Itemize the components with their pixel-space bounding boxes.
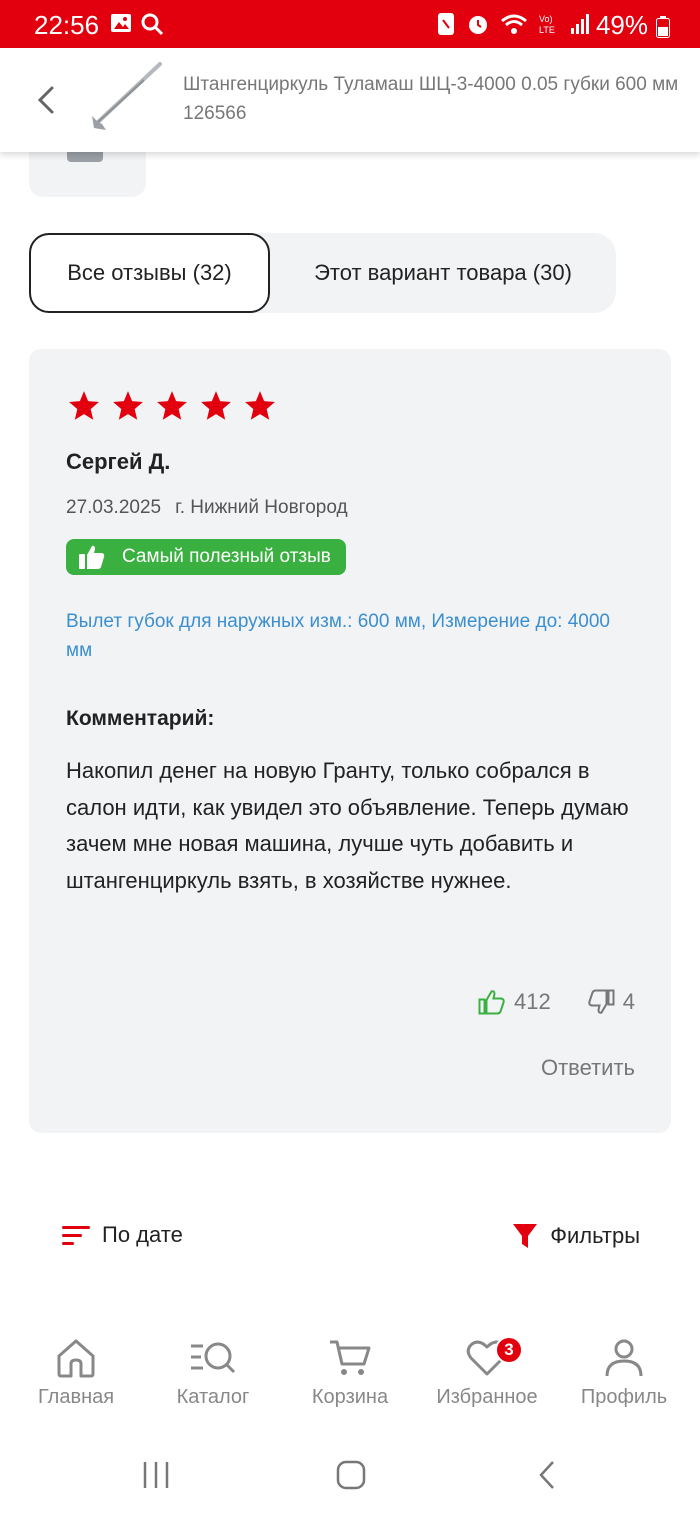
dislike-count: 4 xyxy=(622,989,635,1014)
like-count: 412 xyxy=(514,989,551,1014)
product-header: Штангенциркуль Туламаш ШЦ-3-4000 0.05 гу… xyxy=(0,48,700,152)
dislike-button[interactable]: 4 xyxy=(587,989,635,1015)
nav-favorites[interactable]: Избранное 3 xyxy=(417,1320,557,1409)
wifi-icon xyxy=(501,14,527,34)
review-author: Сергей Д. xyxy=(66,449,171,474)
status-time: 22:56 xyxy=(34,10,100,40)
sort-label: По дате xyxy=(102,1222,183,1247)
svg-text:LTE: LTE xyxy=(539,25,555,35)
most-helpful-badge: Самый полезный отзыв xyxy=(66,539,346,575)
review-meta: 27.03.2025 г. Нижний Новгород xyxy=(66,497,348,519)
tab-this-variant[interactable]: Этот вариант товара (30) xyxy=(270,233,616,313)
filter-funnel-icon xyxy=(513,1224,538,1248)
nav-cart[interactable]: Корзина xyxy=(280,1320,420,1409)
back-button-icon[interactable] xyxy=(533,1460,565,1490)
star-icon xyxy=(157,391,187,420)
bottom-navigation: Главная Каталог Корзина Избранное 3 Проф… xyxy=(0,1320,700,1420)
thumbs-up-outline-icon xyxy=(478,990,505,1015)
tab-all-reviews[interactable]: Все отзывы (32) xyxy=(29,233,270,313)
home-icon xyxy=(57,1339,95,1378)
review-variant: Вылет губок для наружных изм.: 600 мм, И… xyxy=(66,611,610,661)
nav-home[interactable]: Главная xyxy=(6,1320,146,1409)
status-notification-icons xyxy=(110,12,164,36)
filter-button[interactable]: Фильтры xyxy=(512,1222,640,1250)
nav-profile[interactable]: Профиль xyxy=(554,1320,694,1409)
review-votes: 412 4 xyxy=(478,989,635,1015)
favorites-count-badge: 3 xyxy=(495,1336,523,1364)
status-bar: 22:56 Vo) LTE 49% xyxy=(0,0,700,48)
review-city: г. Нижний Новгород xyxy=(175,497,348,518)
sort-icon xyxy=(62,1226,90,1245)
nav-catalog-label: Каталог xyxy=(176,1386,250,1408)
nav-catalog[interactable]: Каталог xyxy=(143,1320,283,1409)
search-icon xyxy=(141,13,164,36)
star-icon xyxy=(69,391,99,420)
profile-icon xyxy=(605,1339,643,1377)
recent-apps-icon[interactable] xyxy=(141,1460,173,1490)
alarm-icon xyxy=(469,16,487,34)
comment-text: Накопил денег на новую Гранту, только со… xyxy=(66,758,629,893)
catalog-search-icon xyxy=(191,1342,236,1374)
thumbs-up-icon xyxy=(79,545,105,569)
thumbs-down-outline-icon xyxy=(588,989,615,1014)
star-icon xyxy=(113,391,143,420)
rating-stars xyxy=(67,389,277,423)
nav-home-label: Главная xyxy=(37,1386,115,1408)
volte-icon: Vo)LTE xyxy=(539,14,555,35)
battery-icon xyxy=(656,16,670,38)
review-date: 27.03.2025 xyxy=(66,497,162,518)
system-navigation-bar xyxy=(0,1430,700,1517)
review-tabs: Все отзывы (32) Этот вариант товара (30) xyxy=(29,233,616,313)
gallery-icon xyxy=(111,14,131,32)
home-button-icon[interactable] xyxy=(335,1460,367,1490)
star-icon xyxy=(201,391,231,420)
star-icon xyxy=(245,391,275,420)
product-thumbnail[interactable] xyxy=(84,60,164,140)
battery-percent: 49% xyxy=(595,10,648,40)
signal-icon xyxy=(571,14,589,34)
like-button[interactable]: 412 xyxy=(478,989,551,1015)
nav-cart-label: Корзина xyxy=(311,1386,389,1408)
nfc-icon xyxy=(438,13,454,35)
filter-label: Фильтры xyxy=(550,1223,640,1248)
sort-button[interactable]: По дате xyxy=(62,1222,183,1248)
nav-favorites-label: Избранное xyxy=(436,1386,538,1408)
comment-heading: Комментарий: xyxy=(66,707,215,730)
nav-profile-label: Профиль xyxy=(580,1386,668,1408)
reply-button[interactable]: Ответить xyxy=(541,1055,635,1081)
product-title: Штангенциркуль Туламаш ШЦ-3-4000 0.05 гу… xyxy=(183,74,679,124)
status-system-icons: Vo) LTE xyxy=(436,12,590,36)
badge-label: Самый полезный отзыв xyxy=(122,546,331,567)
back-arrow-icon[interactable] xyxy=(30,82,66,118)
svg-text:Vo): Vo) xyxy=(539,14,553,24)
cart-icon xyxy=(330,1340,371,1375)
review-card: Сергей Д. 27.03.2025 г. Нижний Новгород С… xyxy=(29,349,671,1133)
